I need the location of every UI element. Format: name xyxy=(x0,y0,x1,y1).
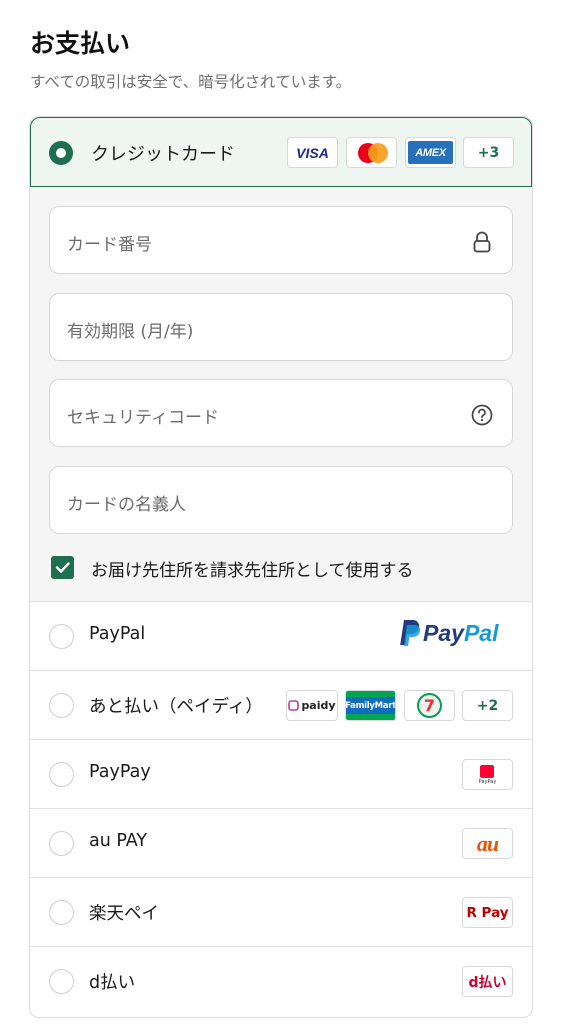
au-pay-radio[interactable] xyxy=(49,831,74,856)
paypal-mark-icon xyxy=(400,619,421,646)
lock-icon xyxy=(473,231,491,253)
paypal-logo: PayPal xyxy=(397,618,498,648)
paidy-radio[interactable] xyxy=(49,693,74,718)
payment-option-paypal[interactable]: PayPal PayPal xyxy=(30,602,532,671)
paypal-label: PayPal xyxy=(89,624,146,644)
page-subtitle: すべての取引は安全で、暗号化されています。 xyxy=(30,73,352,91)
payment-option-paidy[interactable]: あと払い（ペイディ） paidy FamilyMart 7 +2 xyxy=(30,671,532,740)
visa-logo: VISA xyxy=(287,137,338,168)
credit-card-radio-selected[interactable] xyxy=(49,141,73,165)
rakuten-pay-logo: R Pay xyxy=(462,897,513,928)
paypay-radio[interactable] xyxy=(49,762,74,787)
paidy-mark-icon xyxy=(288,700,300,711)
payment-methods-panel: クレジットカード VISA AMEX +3 カード番号 有効期限 (月/年) セ… xyxy=(29,116,533,1018)
paypay-logo-text: PayPay xyxy=(478,778,497,785)
paypal-wordmark: PayPal xyxy=(423,620,498,647)
d-barai-radio[interactable] xyxy=(49,969,74,994)
paidy-logo-text: paidy xyxy=(301,699,336,712)
amex-logo-text: AMEX xyxy=(415,146,446,159)
payment-option-au-pay[interactable]: au PAY au xyxy=(30,809,532,878)
billing-same-label[interactable]: お届け先住所を請求先住所として使用する xyxy=(91,556,414,581)
expiry-date-placeholder: 有効期限 (月/年) xyxy=(67,322,194,342)
payment-option-d-barai[interactable]: d払い d払い xyxy=(30,947,532,1016)
d-barai-logo-text: d払い xyxy=(468,974,507,991)
credit-card-label: クレジットカード xyxy=(91,144,235,165)
amex-logo: AMEX xyxy=(405,137,456,168)
au-pay-label: au PAY xyxy=(89,831,148,851)
cardholder-name-placeholder: カードの名義人 xyxy=(67,495,186,515)
paypal-radio[interactable] xyxy=(49,624,74,649)
au-logo-text: au xyxy=(476,830,499,856)
question-mark-icon[interactable] xyxy=(471,404,493,426)
card-number-placeholder: カード番号 xyxy=(67,235,152,255)
seven-eleven-logo: 7 xyxy=(404,690,455,721)
security-code-placeholder: セキュリティコード xyxy=(67,408,219,428)
visa-logo-text: VISA xyxy=(296,144,329,161)
paypay-logo: PayPay xyxy=(462,759,513,790)
paidy-logo: paidy xyxy=(286,690,338,721)
d-barai-logo: d払い xyxy=(462,966,513,997)
card-number-field[interactable]: カード番号 xyxy=(49,206,513,274)
security-code-field[interactable]: セキュリティコード xyxy=(49,379,513,447)
payment-option-paypay[interactable]: PayPay PayPay xyxy=(30,740,532,809)
billing-same-checkbox[interactable] xyxy=(51,556,74,579)
rakuten-pay-logo-text: R Pay xyxy=(466,904,509,921)
expiry-date-field[interactable]: 有効期限 (月/年) xyxy=(49,293,513,361)
payment-option-rakuten-pay[interactable]: 楽天ペイ R Pay xyxy=(30,878,532,947)
payment-option-credit-card[interactable]: クレジットカード VISA AMEX +3 xyxy=(30,117,532,187)
rakuten-pay-radio[interactable] xyxy=(49,900,74,925)
checkmark-icon xyxy=(55,562,70,573)
paypal-wordmark-pal: Pal xyxy=(463,619,499,646)
credit-card-form: カード番号 有効期限 (月/年) セキュリティコード カードの名義人 お届け先住… xyxy=(30,187,532,602)
more-stores-badge: +2 xyxy=(462,690,513,721)
au-pay-logo: au xyxy=(462,828,513,859)
familymart-logo-text: FamilyMart xyxy=(346,697,395,714)
paidy-label: あと払い（ペイディ） xyxy=(89,697,263,717)
seven-eleven-logo-text: 7 xyxy=(417,693,442,718)
paypay-label: PayPay xyxy=(89,762,151,782)
page-title: お支払い xyxy=(30,29,131,58)
more-card-brands-badge: +3 xyxy=(463,137,514,168)
mastercard-logo xyxy=(346,137,397,168)
d-barai-label: d払い xyxy=(89,973,136,993)
cardholder-name-field[interactable]: カードの名義人 xyxy=(49,466,513,534)
rakuten-pay-label: 楽天ペイ xyxy=(89,904,159,924)
familymart-logo: FamilyMart xyxy=(345,690,396,721)
paypal-wordmark-pay: Pay xyxy=(423,619,464,646)
paypay-mark-icon xyxy=(480,764,495,778)
